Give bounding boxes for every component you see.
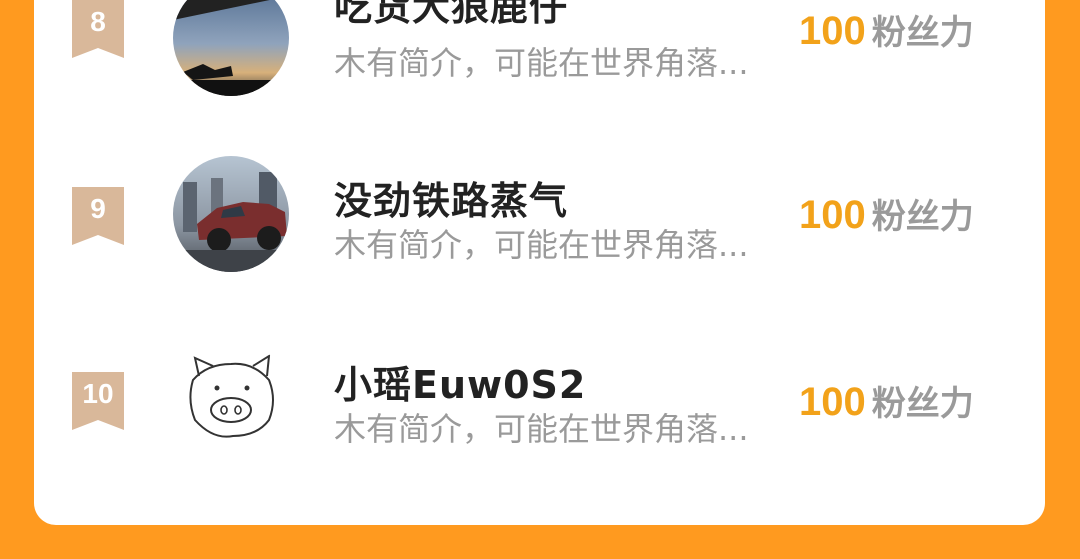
red-pickup-truck-avatar-icon[interactable] bbox=[173, 156, 289, 272]
fan-score: 100 粉丝力 bbox=[799, 376, 974, 425]
list-item[interactable]: 8 吃货大狼鹿仔 木有简介，可能在世界角落... 100 粉丝力 bbox=[34, 0, 1045, 120]
rank-number: 9 bbox=[90, 193, 106, 224]
user-bio: 木有简介，可能在世界角落... bbox=[334, 44, 749, 82]
fan-score-unit: 粉丝力 bbox=[871, 13, 974, 53]
user-bio: 木有简介，可能在世界角落... bbox=[334, 410, 749, 448]
user-bio: 木有简介，可能在世界角落... bbox=[334, 226, 749, 264]
rank-number: 8 bbox=[90, 6, 106, 37]
user-name[interactable]: 小瑶Euw0S2 bbox=[334, 354, 586, 409]
rank-badge: 9 bbox=[72, 187, 124, 245]
rank-number: 10 bbox=[82, 378, 114, 409]
ranking-card: 8 吃货大狼鹿仔 木有简介，可能在世界角落... 100 粉丝力 9 没劲铁路蒸… bbox=[34, 0, 1045, 525]
rank-badge: 10 bbox=[72, 372, 124, 430]
fan-score-unit: 粉丝力 bbox=[871, 384, 974, 424]
user-name[interactable]: 没劲铁路蒸气 bbox=[334, 170, 568, 225]
list-item[interactable]: 9 没劲铁路蒸气 木有简介，可能在世界角落... 100 粉丝力 bbox=[34, 156, 1045, 296]
list-item[interactable]: 10 小瑶Euw0S2 木有简介，可能在世界角落... 100 粉丝力 bbox=[34, 340, 1045, 480]
fan-score-value: 100 bbox=[799, 9, 866, 53]
fan-score: 100 粉丝力 bbox=[799, 189, 974, 238]
fan-score-value: 100 bbox=[799, 380, 866, 424]
fan-score-value: 100 bbox=[799, 193, 866, 237]
user-name[interactable]: 吃货大狼鹿仔 bbox=[334, 0, 568, 31]
sunset-sky-avatar-icon[interactable] bbox=[173, 0, 289, 96]
fan-score-unit: 粉丝力 bbox=[871, 197, 974, 237]
fan-score: 100 粉丝力 bbox=[799, 5, 974, 54]
pig-sketch-avatar-icon[interactable] bbox=[173, 340, 289, 456]
rank-badge: 8 bbox=[72, 0, 124, 58]
